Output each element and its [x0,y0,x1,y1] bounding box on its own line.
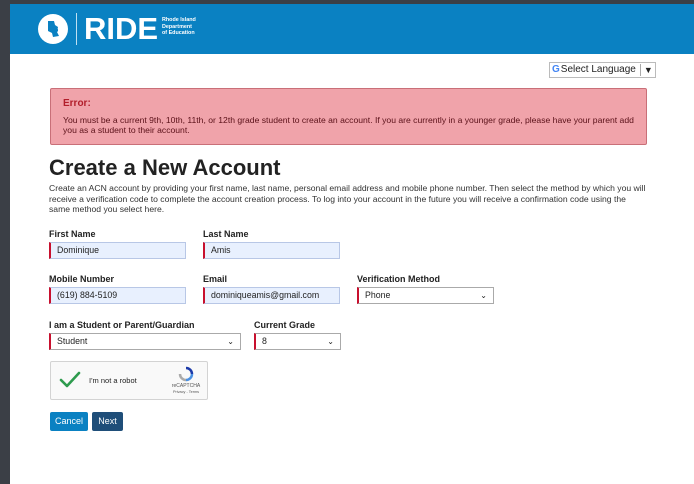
email-input[interactable]: dominiqueamis@gmail.com [203,287,340,304]
dropdown-arrow-icon: ▼ [643,65,653,75]
mobile-number-label: Mobile Number [49,274,115,284]
recaptcha-checkbox[interactable] [59,370,81,395]
verification-method-label: Verification Method [357,274,441,284]
logo-sub-line1: Rhode Island [162,17,196,23]
first-name-input[interactable]: Dominique [49,242,186,259]
window-frame-left [0,0,10,484]
ride-logo-subtitle: Rhode Island Department of Education [162,17,196,37]
current-grade-label: Current Grade [254,320,316,330]
error-title: Error: [63,98,91,109]
first-name-label: First Name [49,229,96,239]
checkmark-icon [59,371,81,388]
chevron-down-icon: ⌄ [227,337,234,346]
logo-divider [76,13,77,45]
page-description: Create an ACN account by providing your … [49,183,646,214]
site-header: RIDE Rhode Island Department of Educatio… [10,4,694,54]
error-alert: Error: You must be a current 9th, 10th, … [50,88,647,145]
rhode-island-logo-icon[interactable] [38,14,68,44]
verification-method-value: Phone [365,290,391,300]
chevron-down-icon: ⌄ [327,337,334,346]
role-value: Student [57,336,88,346]
current-grade-value: 8 [262,336,267,346]
role-select[interactable]: Student ⌄ [49,333,241,350]
google-icon: G [552,64,560,75]
role-label: I am a Student or Parent/Guardian [49,320,195,330]
chevron-down-icon: ⌄ [480,291,487,300]
recaptcha-widget: I'm not a robot reCAPTCHA Privacy - Term… [50,361,208,400]
recaptcha-brand: reCAPTCHA [171,383,201,389]
page-title: Create a New Account [49,155,281,180]
last-name-input[interactable]: Amis [203,242,340,259]
next-button[interactable]: Next [92,412,123,431]
last-name-label: Last Name [203,229,249,239]
recaptcha-links[interactable]: Privacy - Terms [169,390,203,394]
ride-logo-text[interactable]: RIDE [84,11,158,47]
language-selector-label: Select Language [560,64,636,75]
verification-method-select[interactable]: Phone ⌄ [357,287,494,304]
email-label: Email [203,274,228,284]
language-separator [639,64,641,76]
logo-sub-line3: of Education [162,30,195,36]
recaptcha-label: I'm not a robot [89,376,137,385]
current-grade-select[interactable]: 8 ⌄ [254,333,341,350]
error-message: You must be a current 9th, 10th, 11th, o… [63,115,634,135]
cancel-button[interactable]: Cancel [50,412,88,431]
language-selector[interactable]: G Select Language ▼ [549,62,656,78]
mobile-number-input[interactable]: (619) 884-5109 [49,287,186,304]
